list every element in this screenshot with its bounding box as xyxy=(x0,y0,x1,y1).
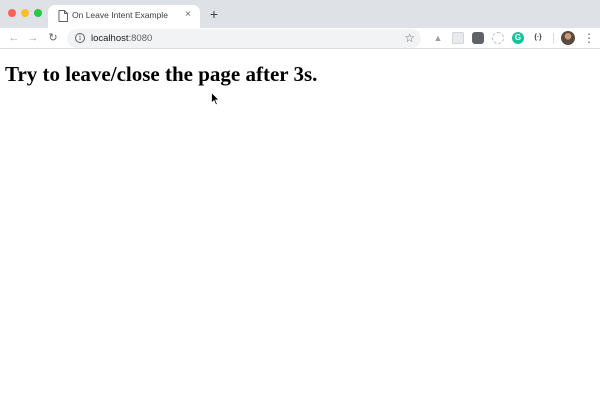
window-minimize-button[interactable] xyxy=(21,9,29,17)
pocket-icon[interactable] xyxy=(472,32,484,44)
page-heading: Try to leave/close the page after 3s. xyxy=(5,62,318,86)
avatar[interactable] xyxy=(561,31,575,45)
url-port: :8080 xyxy=(128,33,153,44)
document-icon xyxy=(58,10,68,22)
kebab-menu-icon[interactable]: ⋮ xyxy=(583,31,595,45)
mouse-cursor-icon xyxy=(211,92,220,106)
window-maximize-button[interactable] xyxy=(34,9,42,17)
star-icon[interactable]: ☆ xyxy=(404,31,415,45)
arrow-left-icon[interactable]: ← xyxy=(7,31,21,45)
url-text[interactable]: localhost:8080 xyxy=(91,33,152,44)
json-viewer-icon[interactable]: {∙} xyxy=(531,32,545,44)
toolbar-divider xyxy=(553,33,554,44)
browser-tab[interactable]: On Leave Intent Example × xyxy=(48,5,200,28)
extension-square-icon[interactable] xyxy=(452,32,464,44)
browser-toolbar: ← → ↻ i localhost:8080 ☆ ▲ G {∙} ⋮ xyxy=(0,28,600,49)
extension-flask-icon[interactable]: ▲ xyxy=(432,32,444,44)
reload-icon[interactable]: ↻ xyxy=(46,31,60,45)
window-close-button[interactable] xyxy=(8,9,16,17)
new-tab-button[interactable]: + xyxy=(207,7,221,21)
info-icon[interactable]: i xyxy=(75,33,85,43)
browser-tabstrip: On Leave Intent Example × + xyxy=(0,0,600,28)
page-viewport: Try to leave/close the page after 3s. xyxy=(0,49,600,415)
url-host: localhost xyxy=(91,33,129,44)
tab-title: On Leave Intent Example xyxy=(72,10,168,20)
grammarly-icon[interactable]: G xyxy=(512,32,524,44)
extension-circle-icon[interactable] xyxy=(492,32,504,44)
address-bar[interactable]: i localhost:8080 ☆ xyxy=(67,29,421,48)
arrow-right-icon[interactable]: → xyxy=(26,31,40,45)
tab-close-button[interactable]: × xyxy=(182,9,194,21)
